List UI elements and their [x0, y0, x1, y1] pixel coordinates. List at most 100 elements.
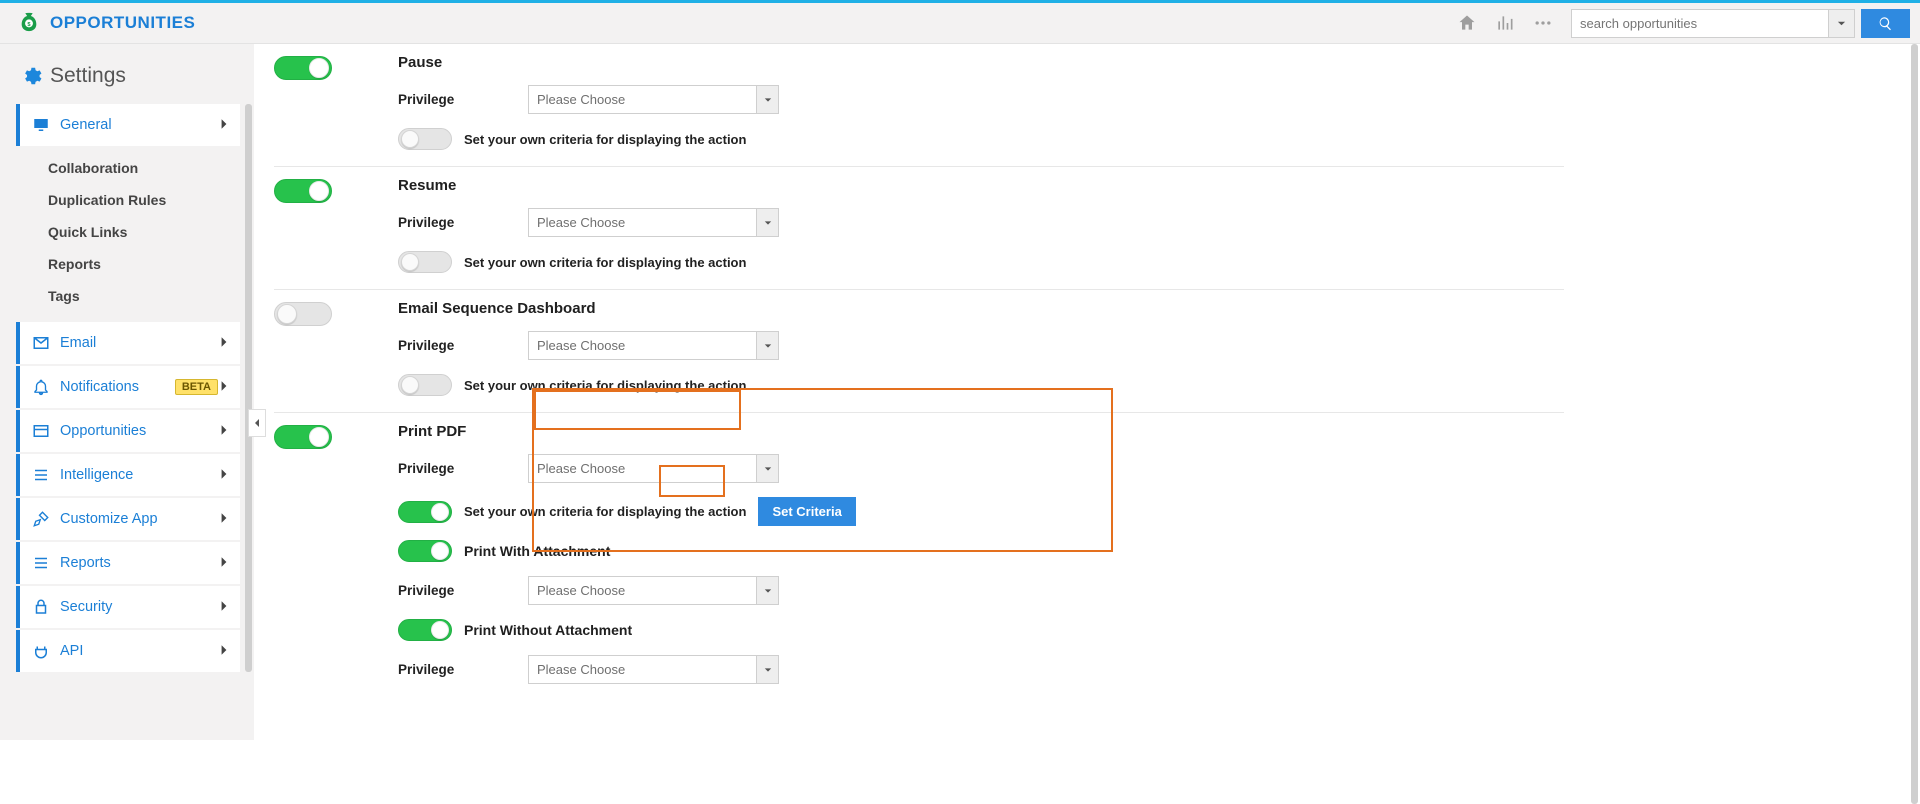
- chevron-right-icon: [218, 380, 230, 395]
- sidebar-item-label: Intelligence: [60, 467, 218, 483]
- privilege-select[interactable]: Please Choose: [528, 576, 779, 605]
- privilege-label: Privilege: [398, 583, 528, 598]
- privilege-select[interactable]: Please Choose: [528, 208, 779, 237]
- list-icon: [32, 466, 50, 484]
- privilege-label: Privilege: [398, 215, 528, 230]
- chevron-right-icon: [218, 556, 230, 571]
- action-row-printpdf: Print PDF Privilege Please Choose Set yo…: [274, 413, 1564, 700]
- chevron-down-icon: [756, 455, 778, 482]
- privilege-label: Privilege: [398, 92, 528, 107]
- chevron-right-icon: [218, 512, 230, 527]
- main-inner: Pause Privilege Please Choose Set your o…: [274, 44, 1564, 700]
- sidebar-item-email[interactable]: Email: [16, 322, 240, 364]
- topbar: $ OPPORTUNITIES: [0, 0, 1920, 44]
- criteria-label: Set your own criteria for displaying the…: [464, 504, 746, 519]
- sidebar-item-intelligence[interactable]: Intelligence: [16, 454, 240, 496]
- sidebar-item-customize-app[interactable]: Customize App: [16, 498, 240, 540]
- action-row-resume: Resume Privilege Please Choose Set your …: [274, 167, 1564, 290]
- sub-action-title: Print Without Attachment: [464, 622, 632, 638]
- bell-icon: [32, 378, 50, 396]
- sidebar-sub-duplication-rules[interactable]: Duplication Rules: [16, 184, 240, 216]
- sidebar-item-notifications[interactable]: Notifications BETA: [16, 366, 240, 408]
- page-scrollbar[interactable]: [1911, 44, 1918, 804]
- privilege-line: Privilege Please Choose: [398, 208, 1564, 237]
- sidebar-item-label: Customize App: [60, 511, 218, 527]
- tools-icon: [32, 510, 50, 528]
- sub-action-title: Print With Attachment: [464, 543, 610, 559]
- sidebar: Settings General Collaboration Duplicati…: [0, 44, 254, 740]
- topbar-left: $ OPPORTUNITIES: [18, 11, 195, 35]
- sidebar-sub-tags[interactable]: Tags: [16, 280, 240, 312]
- sidebar-sections: General Collaboration Duplication Rules …: [16, 104, 240, 672]
- sidebar-collapse-handle[interactable]: [248, 409, 266, 437]
- privilege-label: Privilege: [398, 338, 528, 353]
- toggle-criteria-printpdf[interactable]: [398, 501, 452, 523]
- sidebar-sub-collaboration[interactable]: Collaboration: [16, 152, 240, 184]
- layout: Settings General Collaboration Duplicati…: [0, 44, 1920, 740]
- toggle-print-without-attachment[interactable]: [398, 619, 452, 641]
- search-input[interactable]: [1571, 9, 1829, 38]
- toggle-resume[interactable]: [274, 179, 332, 203]
- select-value: Please Choose: [537, 662, 625, 677]
- select-value: Please Choose: [537, 92, 625, 107]
- privilege-select[interactable]: Please Choose: [528, 655, 779, 684]
- select-value: Please Choose: [537, 461, 625, 476]
- chevron-down-icon: [756, 332, 778, 359]
- chevron-right-icon: [218, 424, 230, 439]
- sidebar-item-label: API: [60, 643, 218, 659]
- chevron-right-icon: [218, 644, 230, 659]
- select-value: Please Choose: [537, 215, 625, 230]
- grid-icon: [32, 422, 50, 440]
- sidebar-item-label: Security: [60, 599, 218, 615]
- sidebar-item-api[interactable]: API: [16, 630, 240, 672]
- privilege-line: Privilege Please Choose: [398, 655, 1564, 684]
- monitor-icon: [32, 116, 50, 134]
- more-icon[interactable]: [1533, 13, 1553, 33]
- toggle-criteria-pause[interactable]: [398, 128, 452, 150]
- action-title: Print PDF: [398, 423, 1564, 440]
- sidebar-item-security[interactable]: Security: [16, 586, 240, 628]
- toggle-pause[interactable]: [274, 56, 332, 80]
- privilege-select[interactable]: Please Choose: [528, 85, 779, 114]
- settings-label: Settings: [50, 64, 126, 88]
- search-dropdown-toggle[interactable]: [1829, 9, 1855, 38]
- toggle-criteria-resume[interactable]: [398, 251, 452, 273]
- chevron-down-icon: [756, 577, 778, 604]
- toggle-printpdf[interactable]: [274, 425, 332, 449]
- sidebar-item-general[interactable]: General: [16, 104, 240, 146]
- chevron-right-icon: [218, 468, 230, 483]
- sub-action-print-with-attachment: Print With Attachment: [398, 540, 1564, 562]
- action-title: Resume: [398, 177, 1564, 194]
- toggle-esd[interactable]: [274, 302, 332, 326]
- set-criteria-button[interactable]: Set Criteria: [758, 497, 855, 526]
- sidebar-sub-reports[interactable]: Reports: [16, 248, 240, 280]
- sidebar-item-opportunities[interactable]: Opportunities: [16, 410, 240, 452]
- chevron-right-icon: [218, 118, 230, 133]
- home-icon[interactable]: [1457, 13, 1477, 33]
- criteria-line: Set your own criteria for displaying the…: [398, 497, 1564, 526]
- action-title: Email Sequence Dashboard: [398, 300, 1564, 317]
- topbar-right: [1457, 9, 1910, 38]
- privilege-line: Privilege Please Choose: [398, 454, 1564, 483]
- chevron-right-icon: [218, 336, 230, 351]
- sidebar-item-label: Email: [60, 335, 218, 351]
- list-icon: [32, 554, 50, 572]
- toggle-criteria-esd[interactable]: [398, 374, 452, 396]
- mail-icon: [32, 334, 50, 352]
- chart-icon[interactable]: [1495, 13, 1515, 33]
- toggle-print-with-attachment[interactable]: [398, 540, 452, 562]
- main-content: Pause Privilege Please Choose Set your o…: [254, 44, 1920, 740]
- criteria-label: Set your own criteria for displaying the…: [464, 132, 746, 147]
- action-row-esd: Email Sequence Dashboard Privilege Pleas…: [274, 290, 1564, 413]
- sidebar-item-reports[interactable]: Reports: [16, 542, 240, 584]
- settings-heading: Settings: [20, 64, 240, 88]
- sidebar-subitems-general: Collaboration Duplication Rules Quick Li…: [16, 148, 240, 322]
- search-button[interactable]: [1861, 9, 1910, 38]
- sidebar-sub-quick-links[interactable]: Quick Links: [16, 216, 240, 248]
- privilege-select[interactable]: Please Choose: [528, 454, 779, 483]
- criteria-line: Set your own criteria for displaying the…: [398, 374, 1564, 396]
- privilege-select[interactable]: Please Choose: [528, 331, 779, 360]
- sidebar-item-label: Notifications: [60, 379, 169, 395]
- criteria-line: Set your own criteria for displaying the…: [398, 128, 1564, 150]
- lock-icon: [32, 598, 50, 616]
